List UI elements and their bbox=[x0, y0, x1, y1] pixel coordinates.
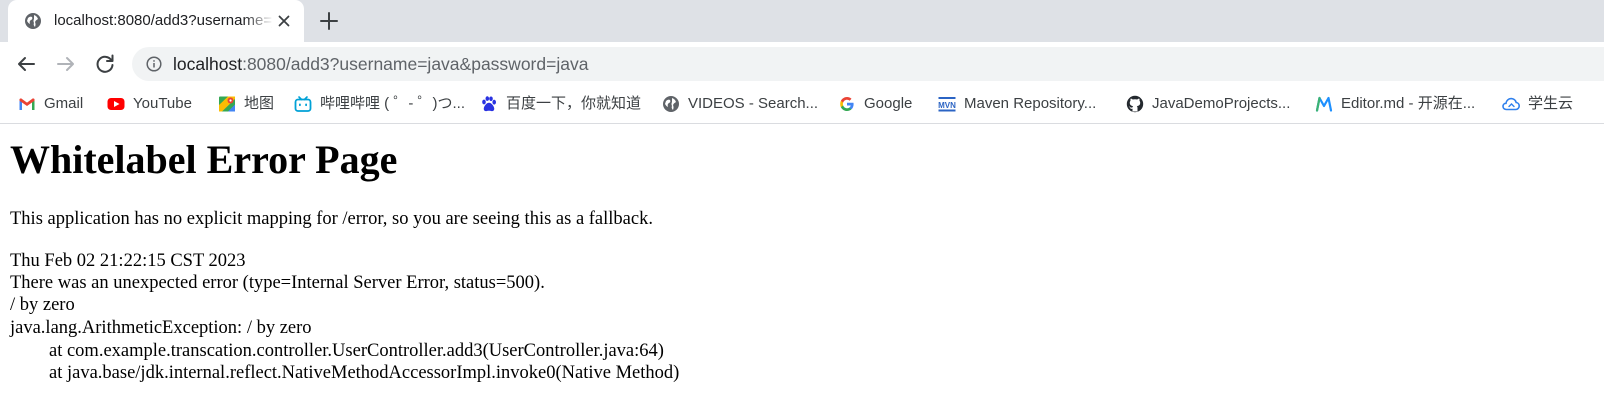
page-content: Whitelabel Error Page This application h… bbox=[10, 125, 1600, 397]
mvn-icon: MVN bbox=[938, 97, 956, 112]
baidu-icon bbox=[482, 96, 496, 112]
url-text[interactable]: localhost:8080/add3?username=java&passwo… bbox=[173, 53, 588, 75]
back-arrow-icon[interactable] bbox=[14, 52, 38, 76]
stack-trace-line: at com.example.transcation.controller.Us… bbox=[49, 341, 664, 361]
info-icon[interactable] bbox=[146, 56, 162, 72]
bookmark-label: 地图 bbox=[244, 95, 275, 112]
bilibili-icon bbox=[294, 96, 312, 112]
svg-text:MVN: MVN bbox=[938, 101, 956, 110]
globe-icon bbox=[25, 13, 41, 29]
exception-line: java.lang.ArithmeticException: / by zero bbox=[10, 318, 312, 338]
bookmark-label: 百度一下，你就知道 bbox=[506, 95, 642, 112]
error-status-line: There was an unexpected error (type=Inte… bbox=[10, 273, 545, 293]
maps-icon bbox=[219, 96, 235, 112]
bookmark-label: VIDEOS - Search... bbox=[688, 95, 819, 112]
url-path: :8080/add3?username=java&password=java bbox=[242, 54, 589, 74]
bookmark-label: Maven Repository... bbox=[964, 95, 1097, 112]
tab-strip: localhost:8080/add3?username=java&passwo… bbox=[0, 0, 1604, 42]
bookmark-label: Editor.md - 开源在... bbox=[1341, 95, 1476, 112]
error-message: This application has no explicit mapping… bbox=[10, 209, 653, 229]
bookmark-label: JavaDemoProjects... bbox=[1152, 95, 1291, 112]
youtube-icon bbox=[107, 98, 125, 110]
github-icon bbox=[1126, 95, 1144, 113]
editormd-icon bbox=[1315, 96, 1333, 112]
globe-icon bbox=[663, 96, 679, 112]
new-tab-icon[interactable] bbox=[318, 10, 340, 32]
tab-title-fade bbox=[244, 8, 274, 34]
google-icon bbox=[840, 97, 854, 111]
cloud-icon bbox=[1502, 97, 1520, 111]
address-bar[interactable]: localhost:8080/add3?username=java&passwo… bbox=[132, 47, 1604, 81]
gmail-icon bbox=[19, 98, 35, 110]
page-title: Whitelabel Error Page bbox=[10, 137, 398, 182]
bookmark-label: 哔哩哔哩 ( ゜- ゜)つ... bbox=[320, 95, 465, 112]
error-timestamp: Thu Feb 02 21:22:15 CST 2023 bbox=[10, 251, 246, 271]
bookmark-label: Google bbox=[864, 95, 913, 112]
bookmarks-bar: Gmail YouTube 地图 哔哩哔哩 ( ゜- ゜)つ... 百度一下，你… bbox=[0, 86, 1604, 124]
close-icon[interactable] bbox=[276, 13, 292, 29]
error-detail: / by zero bbox=[10, 295, 75, 315]
bookmark-label: YouTube bbox=[133, 95, 192, 112]
bookmark-label: 学生云 bbox=[1528, 95, 1574, 112]
forward-arrow-icon[interactable] bbox=[54, 52, 78, 76]
stack-trace-line: at java.base/jdk.internal.reflect.Native… bbox=[49, 363, 680, 383]
url-host: localhost bbox=[173, 54, 243, 74]
toolbar: localhost:8080/add3?username=java&passwo… bbox=[0, 42, 1604, 86]
reload-icon[interactable] bbox=[93, 52, 117, 76]
bookmark-label: Gmail bbox=[44, 95, 84, 112]
tab-title: localhost:8080/add3?username=java&passwo… bbox=[54, 12, 272, 29]
active-tab[interactable]: localhost:8080/add3?username=java&passwo… bbox=[8, 0, 304, 42]
